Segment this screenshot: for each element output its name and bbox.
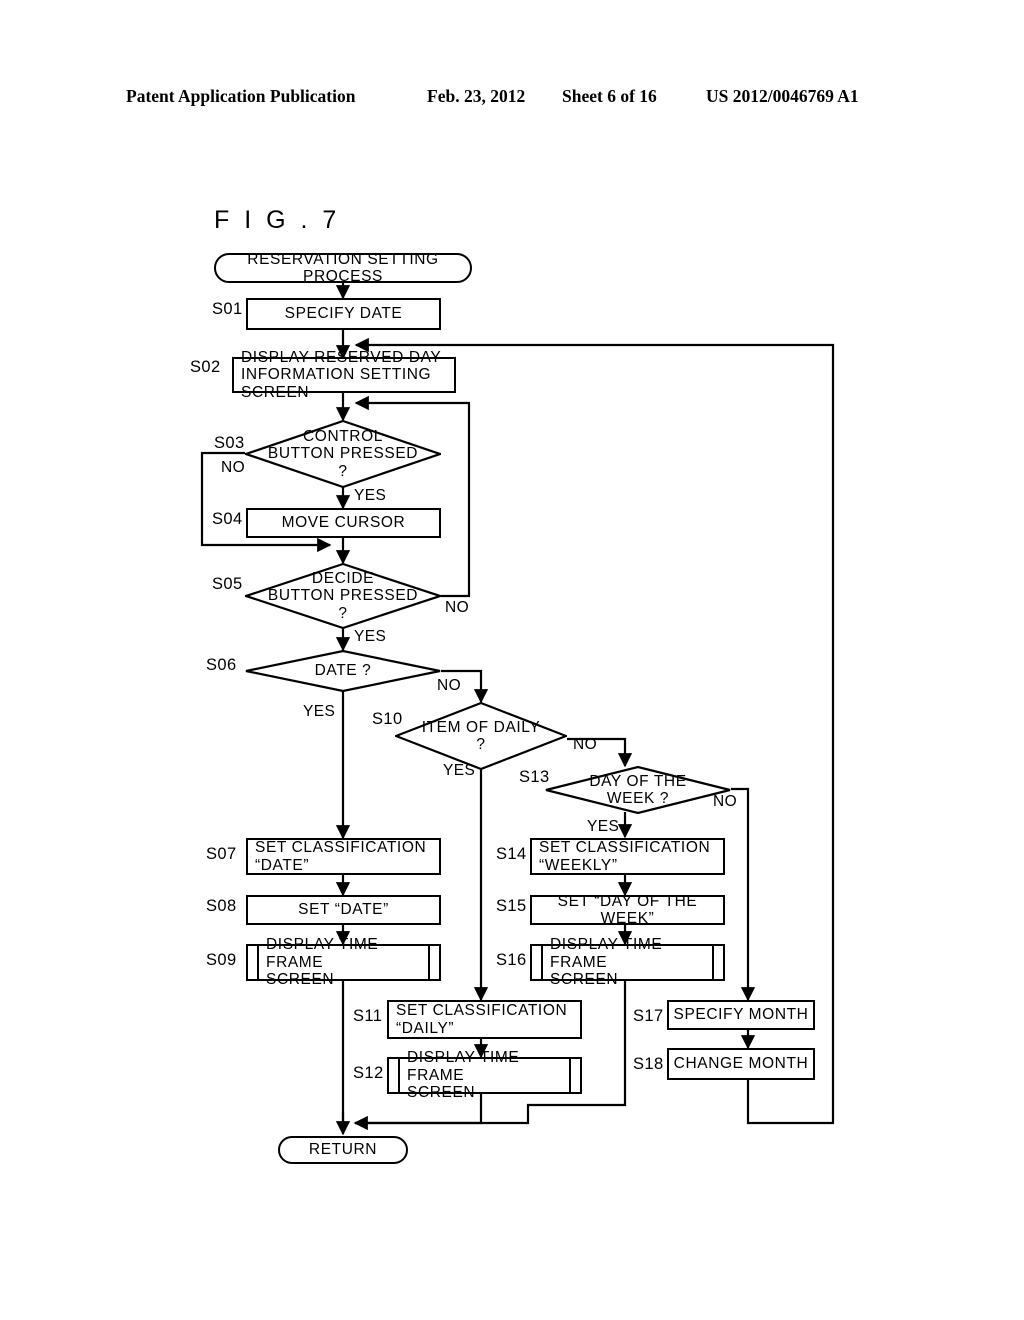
step-diamond-s13: DAY OF THE WEEK ?: [545, 766, 731, 814]
flow-terminal-return: RETURN: [278, 1136, 408, 1164]
step-diamond-s10: ITEM OF DAILY ?: [395, 702, 567, 770]
step-tag-s02: S02: [190, 358, 221, 376]
step-label-s05: DECIDE BUTTON PRESSED ?: [267, 570, 419, 622]
step-tag-s01: S01: [212, 300, 243, 318]
step-box-s18: CHANGE MONTH: [667, 1048, 815, 1080]
edge-label-s10-yes: YES: [443, 762, 476, 779]
figure-title: F I G . 7: [214, 206, 341, 234]
step-tag-s11: S11: [353, 1007, 383, 1025]
step-diamond-s06: DATE ?: [245, 650, 441, 692]
step-tag-s14: S14: [496, 845, 527, 863]
step-box-s14: SET CLASSIFICATION “WEEKLY”: [530, 838, 725, 875]
step-label-s07: SET CLASSIFICATION “DATE”: [255, 839, 427, 874]
flowchart-connectors: [200, 281, 835, 1136]
header-publication: Patent Application Publication: [126, 86, 356, 106]
edge-label-s03-no: NO: [221, 459, 246, 476]
flow-terminal-start-label: RESERVATION SETTING PROCESS: [247, 250, 439, 285]
step-tag-s07: S07: [206, 845, 237, 863]
edge-label-s06-yes: YES: [303, 703, 336, 720]
step-box-s12: DISPLAY TIME FRAME SCREEN: [387, 1049, 582, 1101]
patent-page: Patent Application Publication Feb. 23, …: [0, 0, 1024, 1320]
step-tag-s06: S06: [206, 656, 237, 674]
step-box-s04: MOVE CURSOR: [246, 508, 441, 538]
step-label-s09: DISPLAY TIME FRAME SCREEN: [266, 936, 379, 989]
flow-terminal-start: RESERVATION SETTING PROCESS: [214, 250, 472, 285]
step-tag-s04: S04: [212, 510, 243, 528]
step-label-s15: SET “DAY OF THE WEEK”: [557, 892, 698, 927]
step-box-s09: DISPLAY TIME FRAME SCREEN: [246, 936, 441, 988]
step-tag-s12: S12: [353, 1064, 384, 1082]
step-label-s13: DAY OF THE WEEK ?: [589, 772, 687, 807]
step-box-s15: SET “DAY OF THE WEEK”: [530, 892, 725, 927]
edge-label-s05-yes: YES: [354, 628, 387, 645]
step-label-s02: DISPLAY RESERVED DAY INFORMATION SETTING…: [241, 348, 442, 401]
step-label-s12: DISPLAY TIME FRAME SCREEN: [407, 1049, 520, 1102]
edge-label-s05-no: NO: [445, 599, 470, 616]
step-box-s01: SPECIFY DATE: [246, 298, 441, 330]
step-label-s14: SET CLASSIFICATION “WEEKLY”: [539, 839, 711, 874]
step-box-s07: SET CLASSIFICATION “DATE”: [246, 838, 441, 875]
step-label-s16: DISPLAY TIME FRAME SCREEN: [550, 936, 663, 989]
step-tag-s03: S03: [214, 434, 245, 452]
step-box-s17: SPECIFY MONTH: [667, 1000, 815, 1030]
step-box-s16: DISPLAY TIME FRAME SCREEN: [530, 936, 725, 988]
header-sheet: Sheet 6 of 16: [562, 86, 657, 106]
step-label-s04: MOVE CURSOR: [281, 514, 406, 532]
step-label-s17: SPECIFY MONTH: [673, 1006, 809, 1024]
step-label-s11: SET CLASSIFICATION “DAILY”: [396, 1002, 568, 1037]
step-box-s11: SET CLASSIFICATION “DAILY”: [387, 1000, 582, 1039]
edge-label-s03-yes: YES: [354, 487, 387, 504]
step-label-s06: DATE ?: [314, 662, 372, 680]
step-tag-s16: S16: [496, 951, 527, 969]
step-label-s03: CONTROL BUTTON PRESSED ?: [267, 428, 419, 480]
step-label-s08: SET “DATE”: [298, 901, 389, 919]
header-date: Feb. 23, 2012: [427, 86, 526, 106]
step-tag-s15: S15: [496, 897, 527, 915]
edge-label-s10-no: NO: [573, 736, 598, 753]
step-box-s08: SET “DATE”: [246, 895, 441, 925]
header-patent-number: US 2012/0046769 A1: [706, 86, 859, 106]
page-header: Patent Application Publication Feb. 23, …: [0, 86, 1024, 110]
step-tag-s09: S09: [206, 951, 237, 969]
step-diamond-s05: DECIDE BUTTON PRESSED ?: [245, 563, 441, 629]
edge-label-s13-no: NO: [713, 793, 738, 810]
flow-terminal-return-label: RETURN: [308, 1141, 378, 1159]
step-tag-s05: S05: [212, 575, 243, 593]
step-tag-s08: S08: [206, 897, 237, 915]
edge-label-s13-yes: YES: [587, 818, 620, 835]
step-tag-s18: S18: [633, 1055, 664, 1073]
step-box-s02: DISPLAY RESERVED DAY INFORMATION SETTING…: [232, 349, 456, 401]
edge-label-s06-no: NO: [437, 677, 462, 694]
step-label-s18: CHANGE MONTH: [673, 1055, 809, 1073]
step-tag-s17: S17: [633, 1007, 664, 1025]
step-diamond-s03: CONTROL BUTTON PRESSED ?: [245, 420, 441, 488]
step-label-s10: ITEM OF DAILY ?: [421, 718, 541, 753]
step-label-s01: SPECIFY DATE: [284, 305, 403, 323]
